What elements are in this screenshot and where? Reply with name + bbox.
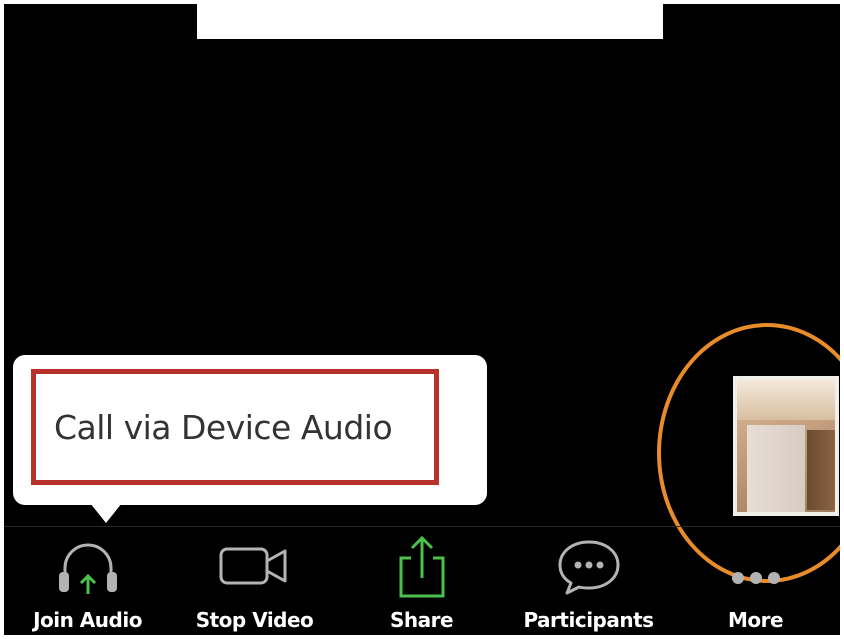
participants-label: Participants — [523, 608, 654, 632]
highlight-box: Call via Device Audio — [31, 369, 439, 485]
more-label: More — [727, 608, 784, 632]
meeting-window: Call via Device Audio Join Audio Stop Vi… — [4, 4, 840, 635]
tooltip-pointer — [90, 503, 122, 523]
share-button[interactable]: Share — [338, 528, 505, 635]
video-camera-icon — [171, 536, 338, 596]
more-button[interactable]: More — [672, 528, 839, 635]
more-dots-icon — [672, 536, 839, 596]
stop-video-button[interactable]: Stop Video — [171, 528, 338, 635]
join-audio-label: Join Audio — [33, 608, 142, 632]
meeting-toolbar: Join Audio Stop Video Share Participants… — [4, 528, 840, 635]
stop-video-label: Stop Video — [195, 608, 314, 632]
chat-bubble-icon — [505, 536, 672, 596]
participants-button[interactable]: Participants — [505, 528, 672, 635]
audio-tooltip[interactable]: Call via Device Audio — [13, 355, 487, 523]
share-label: Share — [389, 608, 454, 632]
tooltip-text: Call via Device Audio — [54, 407, 393, 447]
headphones-join-icon — [4, 536, 171, 596]
join-audio-button[interactable]: Join Audio — [4, 528, 171, 635]
share-upload-icon — [338, 535, 505, 598]
toolbar-divider — [4, 526, 840, 527]
top-bar — [197, 4, 663, 39]
